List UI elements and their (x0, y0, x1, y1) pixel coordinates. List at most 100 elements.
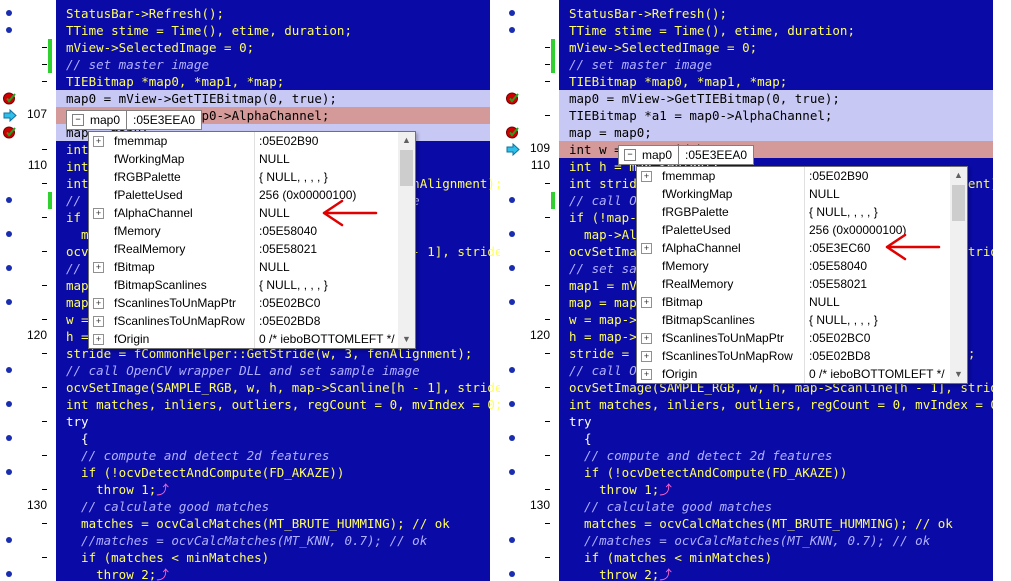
expand-plus-icon[interactable]: + (641, 171, 652, 182)
expand-plus-icon[interactable]: + (641, 297, 652, 308)
breakpoint-icon[interactable] (506, 92, 519, 105)
scroll-up-icon[interactable]: ▲ (950, 167, 967, 184)
inspector-row[interactable]: + fmemmap:05E02B90 (89, 132, 415, 150)
code-line[interactable]: matches = ocvCalcMatches(MT_BRUTE_HUMMIN… (559, 515, 993, 532)
expand-plus-icon[interactable]: + (641, 243, 652, 254)
inspector-row[interactable]: fRealMemory:05E58021 (637, 275, 967, 293)
code-line[interactable]: // calculate good matches (559, 498, 993, 515)
code-line[interactable]: if (!ocvDetectAndCompute(FD_AKAZE)) (56, 464, 490, 481)
code-line[interactable]: { (559, 430, 993, 447)
code-line[interactable]: throw 2;⤴ (559, 566, 993, 581)
code-line[interactable]: TIEBitmap *a1 = map0->AlphaChannel; (559, 107, 993, 124)
code-line[interactable]: map0 = mView->GetTIEBitmap(0, true); (559, 90, 993, 107)
code-line[interactable]: // calculate good matches (56, 498, 490, 515)
breakpoint-slot-dot[interactable] (509, 265, 515, 271)
code-line[interactable]: matches = ocvCalcMatches(MT_BRUTE_HUMMIN… (56, 515, 490, 532)
code-line[interactable]: // call OpenCV wrapper DLL and set sampl… (56, 362, 490, 379)
breakpoint-slot-dot[interactable] (509, 571, 515, 577)
inspector-header[interactable]: − map0:05E3EEA0 (618, 145, 755, 165)
scroll-down-icon[interactable]: ▼ (398, 331, 415, 348)
breakpoint-slot-dot[interactable] (509, 401, 515, 407)
breakpoint-slot-dot[interactable] (509, 231, 515, 237)
code-line[interactable]: throw 2;⤴ (56, 566, 490, 581)
inspector-header[interactable]: − map0:05E3EEA0 (66, 110, 203, 130)
code-line[interactable]: int matches, inliers, outliers, regCount… (559, 396, 993, 413)
inspector-row[interactable]: + fScanlinesToUnMapPtr:05E02BC0 (637, 329, 967, 347)
breakpoint-slot-dot[interactable] (6, 27, 12, 33)
inspector-row[interactable]: fRGBPalette { NULL, , , , } (637, 203, 967, 221)
breakpoint-slot-dot[interactable] (6, 435, 12, 441)
code-line[interactable]: int matches, inliers, outliers, regCount… (56, 396, 500, 413)
code-line[interactable]: { (56, 430, 490, 447)
breakpoint-slot-dot[interactable] (6, 265, 12, 271)
inspector-row[interactable]: fRGBPalette { NULL, , , , } (89, 168, 415, 186)
code-line[interactable]: TIEBitmap *map0, *map1, *map; (56, 73, 490, 90)
breakpoint-slot-dot[interactable] (509, 27, 515, 33)
inspector-scrollbar[interactable]: ▲ ▼ (398, 132, 415, 348)
inspector-row[interactable]: fWorkingMap NULL (637, 185, 967, 203)
inspector-row[interactable]: + fmemmap:05E02B90 (637, 167, 967, 185)
breakpoint-slot-dot[interactable] (6, 571, 12, 577)
inspector-row[interactable]: fBitmapScanlines { NULL, , , , } (89, 276, 415, 294)
inspector-row[interactable]: + fBitmap NULL (637, 293, 967, 311)
breakpoint-slot-dot[interactable] (6, 10, 12, 16)
code-line[interactable]: // compute and detect 2d features (56, 447, 490, 464)
inspector-row[interactable]: + fOrigin 0 /* ieboBOTTOMLEFT */ (89, 330, 415, 348)
breakpoint-slot-dot[interactable] (509, 367, 515, 373)
inspector-scrollbar[interactable]: ▲ ▼ (950, 167, 967, 383)
breakpoint-slot-dot[interactable] (6, 197, 12, 203)
code-line[interactable]: map = map0; (559, 124, 993, 141)
breakpoint-slot-dot[interactable] (6, 537, 12, 543)
breakpoint-icon[interactable] (3, 126, 16, 139)
code-line[interactable]: throw 1;⤴ (56, 481, 490, 498)
code-line[interactable]: //matches = ocvCalcMatches(MT_KNN, 0.7);… (56, 532, 490, 549)
expand-plus-icon[interactable]: + (93, 298, 104, 309)
inspector-row[interactable]: fRealMemory:05E58021 (89, 240, 415, 258)
inspector-row[interactable]: + fOrigin 0 /* ieboBOTTOMLEFT */ (637, 365, 967, 383)
breakpoint-slot-dot[interactable] (509, 10, 515, 16)
breakpoint-slot-dot[interactable] (509, 469, 515, 475)
code-line[interactable]: // set master image (559, 56, 993, 73)
code-line[interactable]: StatusBar->Refresh(); (559, 5, 993, 22)
code-line[interactable]: throw 1;⤴ (559, 481, 993, 498)
expand-plus-icon[interactable]: + (641, 333, 652, 344)
code-line[interactable]: try (56, 413, 490, 430)
inspector-row[interactable]: + fScanlinesToUnMapPtr:05E02BC0 (89, 294, 415, 312)
breakpoint-slot-dot[interactable] (509, 299, 515, 305)
code-line[interactable]: mView->SelectedImage = 0; (559, 39, 993, 56)
expand-plus-icon[interactable]: + (93, 208, 104, 219)
debug-inspector-popup[interactable]: + fmemmap:05E02B90 fWorkingMap NULL fRGBPale… (636, 166, 968, 384)
code-line[interactable]: TIEBitmap *map0, *map1, *map; (559, 73, 993, 90)
breakpoint-slot-dot[interactable] (6, 231, 12, 237)
code-line[interactable]: if (matches < minMatches) (559, 549, 993, 566)
code-line[interactable]: // set master image (56, 56, 490, 73)
code-line[interactable]: try (559, 413, 993, 430)
inspector-row[interactable]: fWorkingMap NULL (89, 150, 415, 168)
inspector-row[interactable]: + fBitmap NULL (89, 258, 415, 276)
expand-plus-icon[interactable]: + (93, 136, 104, 147)
breakpoint-slot-dot[interactable] (509, 435, 515, 441)
breakpoint-icon[interactable] (3, 92, 16, 105)
code-line[interactable]: // compute and detect 2d features (559, 447, 993, 464)
expand-plus-icon[interactable]: − (72, 114, 84, 126)
breakpoint-icon[interactable] (506, 126, 519, 139)
breakpoint-slot-dot[interactable] (509, 537, 515, 543)
code-line[interactable]: StatusBar->Refresh(); (56, 5, 490, 22)
code-line[interactable]: TTime stime = Time(), etime, duration; (559, 22, 993, 39)
scroll-down-icon[interactable]: ▼ (950, 366, 967, 383)
code-line[interactable]: ocvSetImage(SAMPLE_RGB, w, h, map->Scanl… (56, 379, 500, 396)
debug-inspector-popup[interactable]: + fmemmap:05E02B90 fWorkingMap NULL fRGBPale… (88, 131, 416, 349)
inspector-row[interactable]: fBitmapScanlines { NULL, , , , } (637, 311, 967, 329)
expand-plus-icon[interactable]: + (93, 262, 104, 273)
expand-plus-icon[interactable]: + (641, 351, 652, 362)
code-line[interactable]: //matches = ocvCalcMatches(MT_KNN, 0.7);… (559, 532, 993, 549)
code-line[interactable]: if (!ocvDetectAndCompute(FD_AKAZE)) (559, 464, 993, 481)
expand-plus-icon[interactable]: + (641, 369, 652, 380)
expand-plus-icon[interactable]: + (93, 316, 104, 327)
code-line[interactable]: map0 = mView->GetTIEBitmap(0, true); (56, 90, 490, 107)
breakpoint-slot-dot[interactable] (509, 197, 515, 203)
code-line[interactable]: TTime stime = Time(), etime, duration; (56, 22, 490, 39)
code-line[interactable]: if (matches < minMatches) (56, 549, 490, 566)
scroll-thumb[interactable] (952, 185, 965, 221)
scroll-up-icon[interactable]: ▲ (398, 132, 415, 149)
